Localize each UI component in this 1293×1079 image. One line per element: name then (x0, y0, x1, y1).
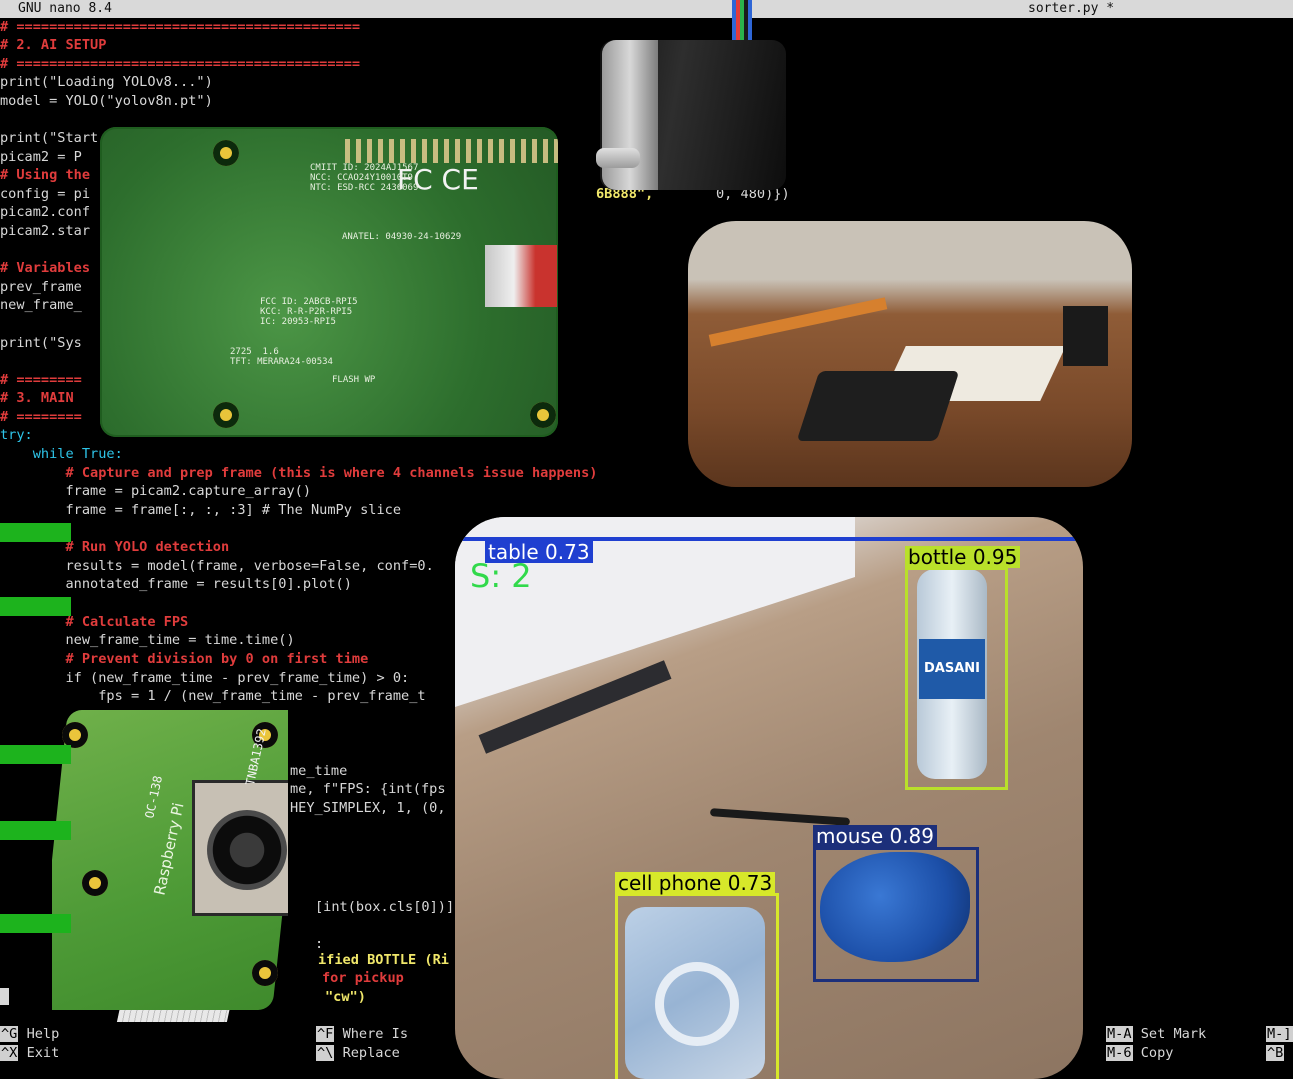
code-line[interactable]: print("Sys (0, 334, 82, 353)
file-name: sorter.py * (1028, 1, 1115, 16)
code-line[interactable]: picam2.star (0, 222, 90, 241)
shortcut-key: M-] (1266, 1026, 1293, 1042)
mount-hole (82, 870, 108, 896)
help-item[interactable]: M-A Set Mark M-6 Copy (1106, 1025, 1206, 1065)
bottle-box (905, 567, 1008, 790)
code-fragment[interactable]: HEY_SIMPLEX, 1, (0, (290, 799, 446, 818)
code-line[interactable]: if (new_frame_time - prev_frame_time) > … (0, 669, 409, 688)
board-fcc-text: FCC ID: 2ABCB-RPI5 KCC: R-R-P2R-RPI5 IC:… (260, 297, 358, 327)
code-line[interactable]: prev_frame (0, 278, 82, 297)
code-fragment[interactable]: me_time (290, 762, 347, 781)
help-item[interactable]: ^F Where Is ^\ Replace (316, 1025, 408, 1065)
sd-card (485, 245, 557, 307)
stepper-motor-photo (596, 0, 792, 200)
code-line[interactable]: # ======================================… (0, 55, 360, 74)
text-cursor (0, 988, 9, 1005)
code-line[interactable]: picam2.conf (0, 203, 90, 222)
shortcut-key: ^F (316, 1026, 335, 1042)
code-fragment[interactable]: ified BOTTLE (Ri (318, 951, 449, 970)
code-line[interactable]: # ======== (0, 408, 82, 427)
board-anatel-text: ANATEL: 04930-24-10629 (342, 232, 462, 242)
code-line[interactable]: # Prevent division by 0 on first time (0, 650, 368, 669)
mouse-box (813, 847, 979, 982)
code-line[interactable]: new_frame_ (0, 296, 82, 315)
mount-hole (252, 960, 278, 986)
shortcut-key: ^X (0, 1044, 19, 1061)
editor-name: GNU nano 8.4 (18, 1, 112, 16)
mount-hole (213, 140, 239, 166)
code-line[interactable]: picam2 = P (0, 148, 82, 167)
code-line[interactable]: # Capture and prep frame (this is where … (0, 464, 597, 483)
detection-label-bottle: bottle 0.95 (905, 546, 1021, 568)
motor-wires (732, 0, 752, 45)
raspberry-pi-board-photo: FC CE CMIIT ID: 2024AJ1567 NCC: CCAO24Y1… (100, 127, 558, 437)
yolo-detection-photo: table 0.73 S: 2 DASANI bottle 0.95 mouse… (455, 517, 1083, 1079)
camera-module-photo: Raspberry Pi TNBA1392 OC-138 (52, 710, 288, 1022)
shortcut-label: Exit (26, 1044, 60, 1061)
code-line[interactable]: print("Start (0, 129, 98, 148)
code-line[interactable]: # 3. MAIN (0, 389, 74, 408)
detection-label-phone: cell phone 0.73 (615, 872, 776, 894)
code-line[interactable]: try: (0, 426, 33, 445)
shortcut-label: Copy (1140, 1044, 1174, 1061)
mount-hole (213, 402, 239, 428)
code-line[interactable]: print("Loading YOLOv8...") (0, 73, 213, 92)
code-line[interactable]: frame = frame[:, :, :3] # The NumPy slic… (0, 501, 401, 520)
board-rev-text: 2725 1.6 TFT: MERARA24-00534 (230, 347, 333, 367)
board-cert-text: CMIIT ID: 2024AJ1567 NCC: CCAO24Y10010T9… (310, 163, 419, 193)
gpio-header (345, 139, 558, 163)
code-line[interactable]: model = YOLO("yolov8n.pt") (0, 92, 213, 111)
fps-overlay: S: 2 (470, 557, 532, 595)
code-line[interactable]: config = pi (0, 185, 90, 204)
code-line[interactable]: frame = picam2.capture_array() (0, 482, 311, 501)
code-line[interactable]: # 2. AI SETUP (0, 36, 106, 55)
camera-lens (207, 810, 287, 890)
code-line[interactable]: fps = 1 / (new_frame_time - prev_frame_t (0, 687, 425, 706)
detection-label-mouse: mouse 0.89 (813, 825, 938, 847)
line-marker (0, 523, 71, 542)
shortcut-key: ^\ (316, 1044, 335, 1061)
code-line[interactable]: # ======== (0, 371, 82, 390)
phone-box (615, 893, 779, 1079)
code-line[interactable]: while True: (0, 445, 123, 464)
motor-shaft (596, 148, 640, 168)
code-line[interactable]: # Variables (0, 259, 90, 278)
code-line[interactable]: annotated_frame = results[0].plot() (0, 575, 351, 594)
help-item[interactable]: M-] ^B (1266, 1025, 1293, 1065)
ribbon-cable (708, 297, 888, 347)
shortcut-label: Help (26, 1026, 60, 1042)
stepper-motor (1063, 306, 1108, 366)
line-marker (0, 821, 71, 840)
shortcut-key: M-6 (1106, 1044, 1133, 1061)
line-marker (0, 914, 71, 933)
shortcut-key: M-A (1106, 1026, 1133, 1042)
code-line[interactable]: results = model(frame, verbose=False, co… (0, 557, 433, 576)
mount-hole (530, 402, 556, 428)
camera-ribbon (104, 1010, 230, 1022)
shortcut-key: ^G (0, 1026, 19, 1042)
shortcut-label: Where Is (342, 1026, 409, 1042)
desk-setup-photo (688, 221, 1132, 487)
code-fragment[interactable]: for pickup (322, 969, 404, 988)
board-flash-text: FLASH WP (332, 375, 376, 385)
code-line[interactable]: # ======================================… (0, 18, 360, 37)
code-fragment[interactable]: [int(box.cls[0])] (315, 898, 454, 917)
shortcut-key: ^B (1266, 1044, 1285, 1061)
code-line[interactable]: new_frame_time = time.time() (0, 631, 294, 650)
shortcut-label: Replace (342, 1044, 400, 1061)
help-item[interactable]: ^G Help ^X Exit (0, 1025, 59, 1065)
code-fragment[interactable]: "cw") (325, 988, 366, 1007)
shortcut-label: Set Mark (1140, 1026, 1207, 1042)
line-marker (0, 745, 71, 764)
line-marker (0, 597, 71, 616)
pi-with-cooler (796, 371, 960, 441)
code-line[interactable]: # Using the (0, 166, 90, 185)
code-fragment[interactable]: me, f"FPS: {int(fps (290, 780, 446, 799)
